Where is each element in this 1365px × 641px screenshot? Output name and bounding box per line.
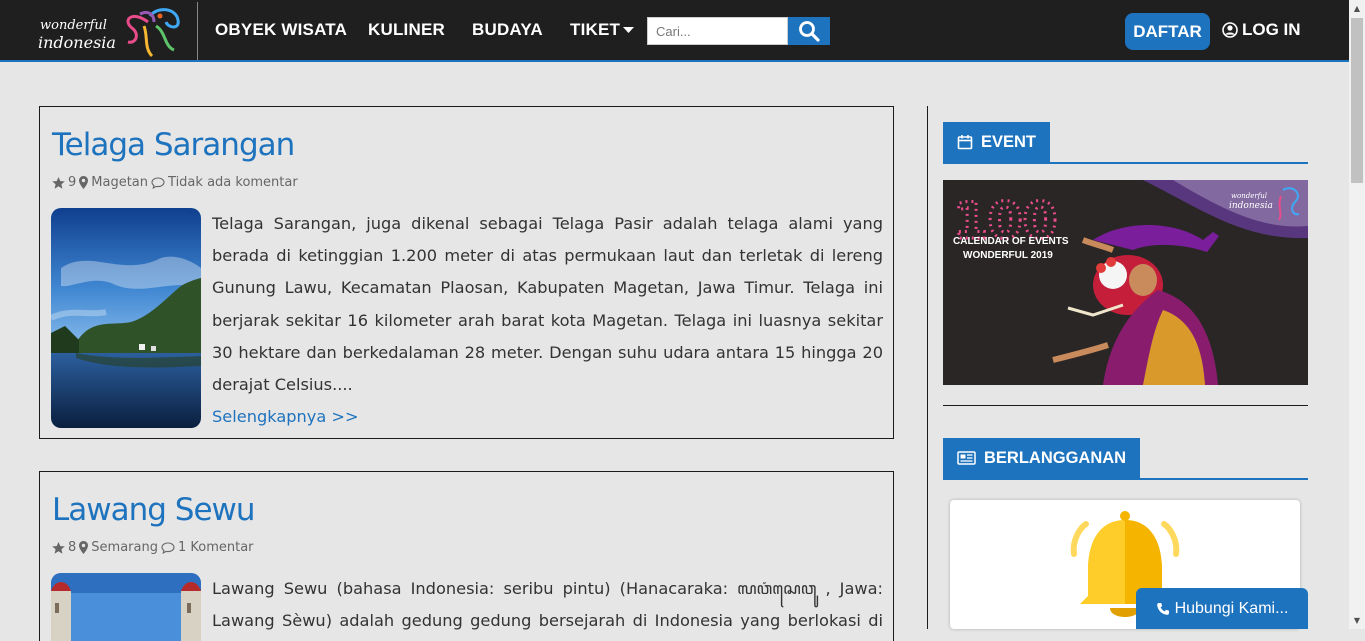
login-button[interactable]: LOG IN: [1222, 20, 1301, 40]
post-location: Semarang: [91, 540, 158, 555]
event-banner-logo-1: wonderful: [1231, 192, 1267, 200]
post-location: Magetan: [91, 175, 149, 190]
star-icon: [52, 541, 65, 554]
post-rating: 8: [68, 540, 77, 555]
page-scrollbar[interactable]: ▲ ▼: [1349, 0, 1365, 629]
post-card-telaga-sarangan: Telaga Sarangan 9 Magetan Tidak ada kome…: [39, 106, 894, 439]
event-widget-header: EVENT: [943, 122, 1308, 164]
scrollbar-thumb[interactable]: [1351, 18, 1363, 183]
subscribe-widget-header: BERLANGGANAN: [943, 438, 1308, 480]
search-input[interactable]: [647, 17, 788, 45]
login-label: LOG IN: [1242, 20, 1301, 39]
star-icon: [52, 176, 65, 189]
event-banner-caption-1: CALENDAR OF EVENTS: [953, 236, 1069, 247]
post-meta: 9 Magetan Tidak ada komentar: [52, 175, 298, 190]
post-meta: 8 Semarang 1 Komentar: [52, 540, 254, 555]
logo-text-indonesia: indonesia: [38, 33, 116, 52]
post-excerpt-text: Lawang Sewu (bahasa Indonesia: seribu pi…: [212, 579, 883, 631]
contact-us-label: Hubungi Kami...: [1174, 599, 1289, 617]
wonderful-indonesia-logo: wonderful indonesia: [38, 8, 180, 58]
caret-down-icon: [623, 27, 635, 33]
scroll-down-arrow-icon[interactable]: ▼: [1349, 612, 1365, 629]
post-card-lawang-sewu: Lawang Sewu 8 Semarang 1 Komentar Lawang…: [39, 471, 894, 641]
post-comments[interactable]: Tidak ada komentar: [168, 175, 298, 190]
subscribe-widget-tab: BERLANGGANAN: [943, 438, 1141, 478]
event-widget-tab: EVENT: [943, 122, 1051, 162]
post-excerpt: Lawang Sewu (bahasa Indonesia: seribu pi…: [212, 573, 883, 641]
user-circle-icon: [1222, 22, 1238, 38]
contact-us-button[interactable]: Hubungi Kami...: [1136, 588, 1308, 629]
scroll-up-arrow-icon[interactable]: ▲: [1349, 0, 1365, 17]
map-marker-icon: [79, 176, 89, 189]
sidebar-separator: [943, 405, 1308, 406]
search-icon: [799, 21, 820, 42]
lake-photo: [51, 208, 201, 428]
post-thumbnail[interactable]: [51, 208, 201, 428]
post-excerpt-text: Telaga Sarangan, juga dikenal sebagai Te…: [212, 214, 883, 395]
nav-kuliner[interactable]: KULINER: [368, 20, 445, 40]
calendar-icon: [957, 135, 973, 150]
nav-tiket-label: TIKET: [570, 20, 621, 39]
nav-budaya[interactable]: BUDAYA: [472, 20, 543, 40]
nav-tiket-dropdown[interactable]: TIKET: [570, 20, 635, 40]
site-logo[interactable]: wonderful indonesia: [36, 2, 186, 60]
post-rating: 9: [68, 175, 77, 190]
post-comments[interactable]: 1 Komentar: [178, 540, 254, 555]
post-title[interactable]: Lawang Sewu: [52, 492, 256, 528]
comment-icon: [161, 541, 175, 554]
search-button[interactable]: [788, 17, 830, 45]
event-banner-logo-2: indonesia: [1229, 201, 1273, 211]
post-thumbnail[interactable]: [51, 573, 201, 641]
post-excerpt: Telaga Sarangan, juga dikenal sebagai Te…: [212, 208, 883, 433]
read-more-link[interactable]: Selengkapnya >>: [212, 407, 359, 426]
post-title[interactable]: Telaga Sarangan: [52, 127, 295, 163]
newspaper-icon: [957, 451, 976, 465]
subscribe-widget-title: BERLANGGANAN: [984, 448, 1127, 467]
register-button[interactable]: DAFTAR: [1125, 13, 1210, 50]
logo-divider: [197, 2, 198, 60]
event-banner[interactable]: 100 CALENDAR OF EVENTS WONDERFUL 2019 wo…: [943, 180, 1308, 385]
top-navbar: wonderful indonesia OBYEK WISATA KULINER…: [0, 0, 1349, 62]
phone-icon: [1156, 602, 1169, 615]
nav-obyek-wisata[interactable]: OBYEK WISATA: [215, 20, 347, 40]
event-banner-caption-2: WONDERFUL 2019: [963, 250, 1053, 261]
comment-icon: [151, 176, 165, 189]
sidebar-divider: [927, 106, 928, 629]
event-widget-title: EVENT: [981, 132, 1037, 151]
map-marker-icon: [79, 541, 89, 554]
logo-text-wonderful: wonderful: [40, 18, 107, 33]
event-banner-image: 100 CALENDAR OF EVENTS WONDERFUL 2019 wo…: [943, 180, 1308, 385]
building-photo: [51, 573, 201, 641]
